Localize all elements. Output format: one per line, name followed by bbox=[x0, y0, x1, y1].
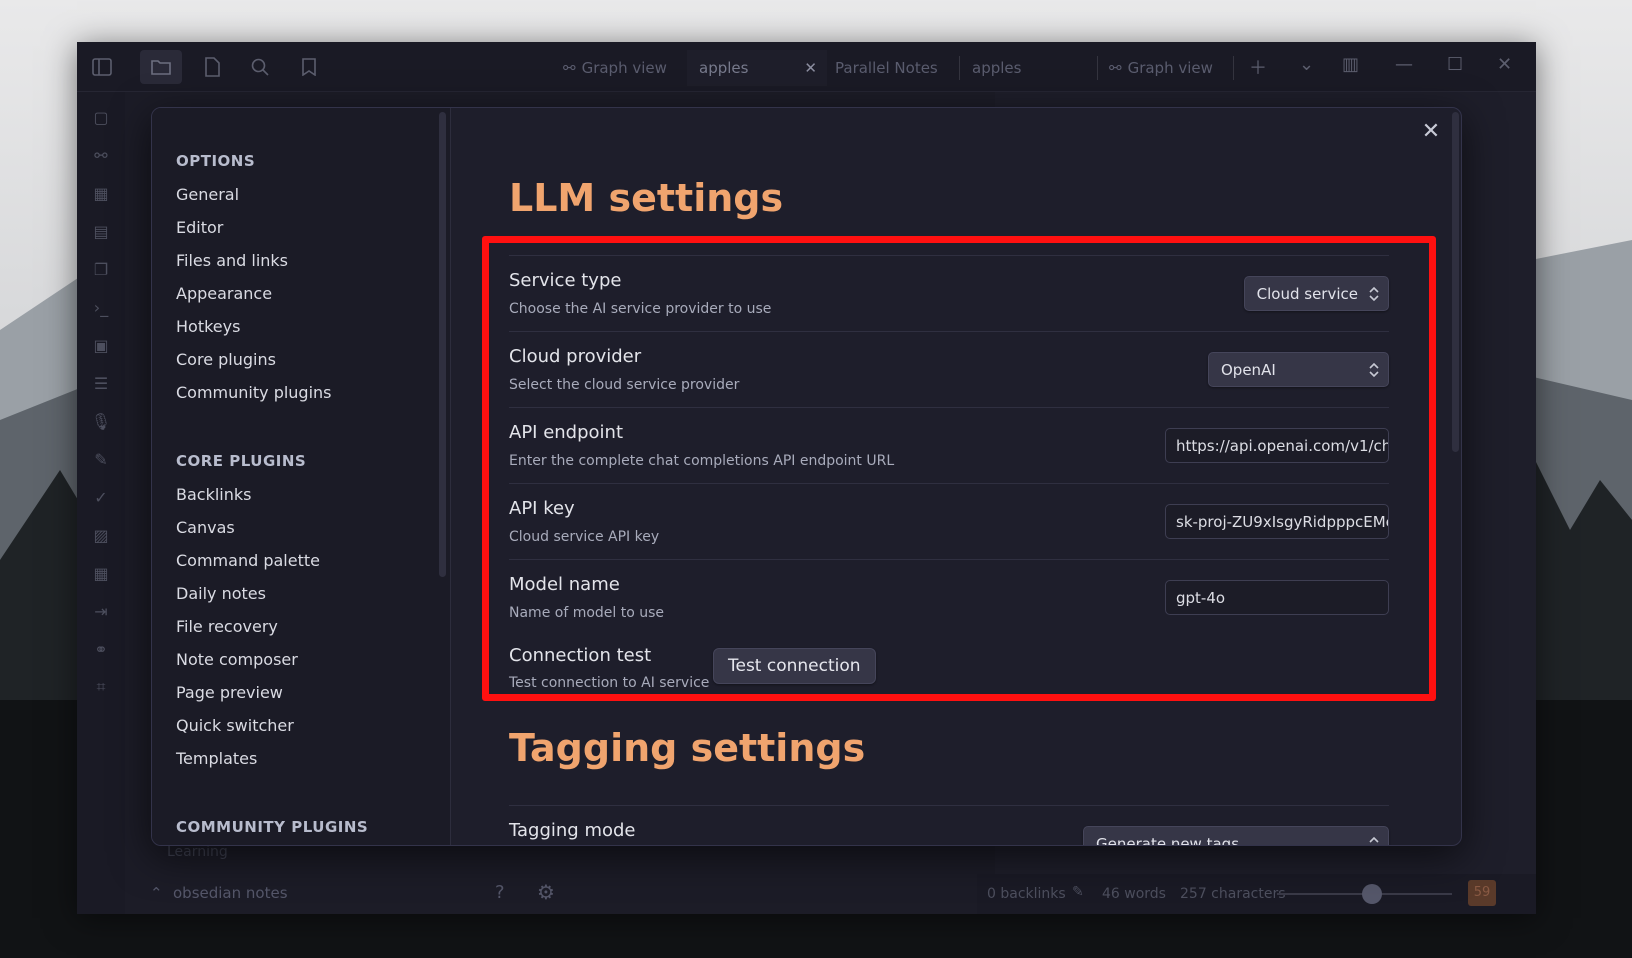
sidebar-item-note-composer[interactable]: Note composer bbox=[176, 650, 298, 669]
model-name-input[interactable]: gpt-4o bbox=[1165, 580, 1389, 615]
service-type-dropdown[interactable]: Cloud service bbox=[1243, 276, 1389, 311]
sidebar-item-command-palette[interactable]: Command palette bbox=[176, 551, 320, 570]
sidebar-toggle-icon[interactable] bbox=[89, 54, 115, 80]
tab-divider bbox=[1097, 56, 1098, 80]
file-icon[interactable] bbox=[199, 54, 225, 80]
left-ribbon: ▢ ⚯ ▦ ▤ ❐ ›_ ▣ ☰ 🎙 ✎ ✓ ▨ ▦ ⇥ ⚭ ⌗ bbox=[77, 92, 125, 914]
character-count: 257 characters bbox=[1180, 886, 1286, 902]
tagging-settings-title: Tagging settings bbox=[509, 726, 866, 770]
new-tab-icon[interactable]: ＋ bbox=[1249, 54, 1267, 80]
vault-name: obsedian notes bbox=[173, 884, 288, 902]
note-icon[interactable]: ▨ bbox=[90, 524, 112, 546]
setting-model-name: Model name Name of model to use gpt-4o bbox=[509, 559, 1389, 635]
right-sidebar-icon[interactable]: ▥ bbox=[1342, 54, 1359, 75]
microphone-icon[interactable]: 🎙 bbox=[90, 410, 112, 432]
folder-learning[interactable]: Learning bbox=[167, 844, 228, 860]
sidebar-item-hotkeys[interactable]: Hotkeys bbox=[176, 317, 240, 336]
sidebar-item-daily-notes[interactable]: Daily notes bbox=[176, 584, 266, 603]
api-endpoint-input[interactable]: https://api.openai.com/v1/ch bbox=[1165, 428, 1389, 463]
content-scrollbar[interactable] bbox=[1452, 112, 1459, 452]
sidebar-item-editor[interactable]: Editor bbox=[176, 218, 223, 237]
community-plugins-heading: COMMUNITY PLUGINS bbox=[176, 818, 369, 836]
options-heading: OPTIONS bbox=[176, 152, 256, 170]
copy-icon[interactable]: ❐ bbox=[90, 258, 112, 280]
tagging-mode-dropdown[interactable]: Generate new tags bbox=[1083, 826, 1389, 845]
tags-icon[interactable]: ⌗ bbox=[90, 676, 112, 698]
vault-switcher[interactable]: ⌃ Learning obsedian notes ? ⚙ bbox=[125, 844, 555, 914]
tab-graph-view-1[interactable]: ⚯ Graph view bbox=[563, 56, 667, 80]
search-icon[interactable] bbox=[247, 54, 273, 80]
sidebar-scrollbar[interactable] bbox=[439, 112, 446, 577]
settings-sidebar: OPTIONS General Editor Files and links A… bbox=[152, 108, 451, 845]
window-close-icon[interactable]: ✕ bbox=[1497, 54, 1512, 75]
title-bar: ⚯ Graph view apples ✕ Parallel Notes appl… bbox=[77, 42, 1536, 92]
setting-connection-test: Connection test Test connection to AI se… bbox=[509, 635, 1389, 695]
setting-api-key: API key Cloud service API key sk-proj-ZU… bbox=[509, 483, 1389, 559]
sidebar-item-canvas[interactable]: Canvas bbox=[176, 518, 235, 537]
calendar-icon[interactable]: ▤ bbox=[90, 220, 112, 242]
close-icon[interactable]: ✕ bbox=[804, 59, 817, 77]
status-badge: 59 bbox=[1468, 880, 1496, 906]
tab-apples-active[interactable]: apples ✕ bbox=[687, 50, 827, 86]
bookmark-icon[interactable] bbox=[296, 54, 322, 80]
daily-note-icon[interactable]: ▦ bbox=[90, 562, 112, 584]
tab-apples[interactable]: apples bbox=[972, 56, 1021, 80]
tab-graph-view-2[interactable]: ⚯ Graph view bbox=[1109, 56, 1213, 80]
chevron-down-icon[interactable]: ⌄ bbox=[1299, 54, 1314, 75]
sidebar-item-files-and-links[interactable]: Files and links bbox=[176, 251, 288, 270]
chevron-updown-icon bbox=[1369, 362, 1379, 378]
setting-api-endpoint: API endpoint Enter the complete chat com… bbox=[509, 407, 1389, 483]
test-connection-button[interactable]: Test connection bbox=[713, 648, 876, 684]
sidebar-item-core-plugins[interactable]: Core plugins bbox=[176, 350, 276, 369]
align-icon[interactable]: ☰ bbox=[90, 372, 112, 394]
zoom-slider-handle[interactable] bbox=[1362, 884, 1382, 904]
minimize-icon[interactable]: — bbox=[1395, 54, 1413, 75]
settings-modal: OPTIONS General Editor Files and links A… bbox=[151, 107, 1462, 846]
backlinks-count[interactable]: 0 backlinks bbox=[987, 886, 1066, 902]
sidebar-item-community-plugins[interactable]: Community plugins bbox=[176, 383, 332, 402]
llm-settings-title: LLM settings bbox=[509, 176, 784, 220]
api-key-input[interactable]: sk-proj-ZU9xIsgyRidpppcEMe bbox=[1165, 504, 1389, 539]
import-icon[interactable]: ⇥ bbox=[90, 600, 112, 622]
settings-gear-icon[interactable]: ⚙ bbox=[537, 880, 555, 904]
core-plugins-heading: CORE PLUGINS bbox=[176, 452, 307, 470]
tab-divider bbox=[959, 56, 960, 80]
tab-parallel-notes[interactable]: Parallel Notes bbox=[835, 56, 938, 80]
graph-icon: ⚯ bbox=[1109, 59, 1122, 77]
sidebar-item-quick-switcher[interactable]: Quick switcher bbox=[176, 716, 294, 735]
setting-tagging-mode: Tagging mode Generate new tags bbox=[509, 805, 1389, 845]
check-icon[interactable]: ✓ bbox=[90, 486, 112, 508]
canvas-icon[interactable]: ▦ bbox=[90, 182, 112, 204]
help-icon[interactable]: ? bbox=[495, 882, 505, 903]
sidebar-item-page-preview[interactable]: Page preview bbox=[176, 683, 283, 702]
edit-icon[interactable]: ✎ bbox=[90, 448, 112, 470]
setting-service-type: Service type Choose the AI service provi… bbox=[509, 255, 1389, 331]
sidebar-item-appearance[interactable]: Appearance bbox=[176, 284, 272, 303]
folder-icon[interactable] bbox=[140, 50, 182, 84]
graph-icon[interactable]: ⚯ bbox=[90, 144, 112, 166]
kanban-icon[interactable]: ▣ bbox=[90, 334, 112, 356]
chevron-updown-icon bbox=[1369, 836, 1379, 843]
maximize-icon[interactable]: ☐ bbox=[1447, 54, 1463, 75]
sidebar-item-file-recovery[interactable]: File recovery bbox=[176, 617, 278, 636]
tab-divider bbox=[1233, 56, 1234, 80]
close-icon[interactable]: ✕ bbox=[1419, 120, 1443, 144]
pencil-icon[interactable]: ✎ bbox=[1072, 884, 1084, 900]
vault-chevron-icon: ⌃ bbox=[150, 884, 163, 902]
word-count: 46 words bbox=[1102, 886, 1166, 902]
setting-cloud-provider: Cloud provider Select the cloud service … bbox=[509, 331, 1389, 407]
chevron-updown-icon bbox=[1369, 286, 1379, 302]
graph-icon: ⚯ bbox=[563, 59, 576, 77]
link-icon[interactable]: ⚭ bbox=[90, 638, 112, 660]
sidebar-item-general[interactable]: General bbox=[176, 185, 239, 204]
sidebar-item-templates[interactable]: Templates bbox=[176, 749, 257, 768]
status-bar: 0 backlinks ✎ 46 words 257 characters 59 bbox=[977, 874, 1536, 914]
open-switcher-icon[interactable]: ▢ bbox=[90, 106, 112, 128]
cloud-provider-dropdown[interactable]: OpenAI bbox=[1208, 352, 1389, 387]
terminal-icon[interactable]: ›_ bbox=[90, 296, 112, 318]
settings-content: ✕ LLM settings Service type Choose the A… bbox=[452, 108, 1461, 845]
sidebar-item-backlinks[interactable]: Backlinks bbox=[176, 485, 251, 504]
